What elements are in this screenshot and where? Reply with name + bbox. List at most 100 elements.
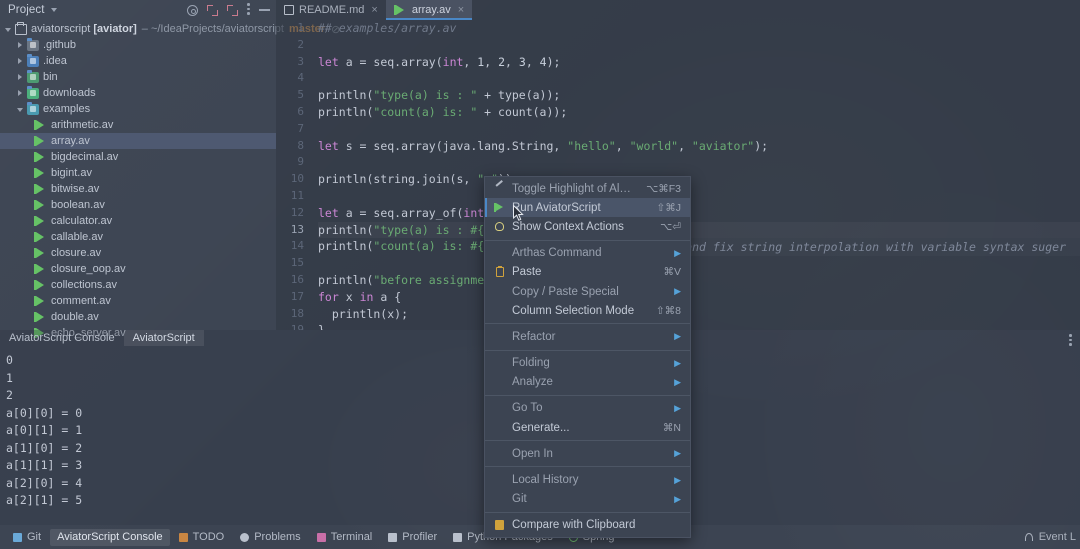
tree-file-label: closure.av <box>51 247 102 259</box>
chevron-down-icon[interactable] <box>50 8 57 12</box>
collapse-icon[interactable] <box>227 4 238 16</box>
menu-item-open-in[interactable]: Open In ▶ <box>485 444 690 463</box>
menu-item-generate[interactable]: Generate... ⌘N <box>485 418 690 437</box>
tree-row-file-callable-av[interactable]: callable.av <box>0 229 276 245</box>
code-line[interactable]: println("before assignment:"); <box>318 272 1080 289</box>
status-bar-item-git[interactable]: Git <box>6 529 48 546</box>
chevron-right-icon[interactable]: ▶ <box>674 494 681 505</box>
close-icon[interactable]: × <box>371 4 377 16</box>
menu-item-go-to[interactable]: Go To ▶ <box>485 399 690 418</box>
line-number: 5 <box>297 88 304 102</box>
menu-item-folding[interactable]: Folding ▶ <box>485 354 690 373</box>
event-log-button[interactable]: Event L <box>1024 531 1080 543</box>
code-line[interactable]: let a = seq.array_of(int, 3); <box>318 205 1080 222</box>
code-line[interactable]: println(string.join(s, ",")); <box>318 171 1080 188</box>
chevron-right-icon[interactable]: ▶ <box>674 475 681 486</box>
code-line[interactable]: let a = seq.array(int, 1, 2, 3, 4); <box>318 54 1080 71</box>
menu-item-analyze[interactable]: Analyze ▶ <box>485 373 690 392</box>
chevron-right-icon[interactable] <box>16 73 25 82</box>
tree-folder-label: .idea <box>43 55 67 67</box>
code-token: , <box>615 138 630 153</box>
code-line[interactable]: println("type(a) is : #{type(a)}"); <box>318 222 1080 239</box>
status-bar-item-todo[interactable]: TODO <box>172 529 232 546</box>
menu-item-copy-paste-special[interactable]: Copy / Paste Special ▶ <box>485 282 690 301</box>
chevron-down-icon[interactable] <box>16 105 25 114</box>
menu-item-column-selection-mode[interactable]: Column Selection Mode ⇧⌘8 <box>485 301 690 320</box>
code-line[interactable] <box>318 188 1080 205</box>
tree-row-folder-github[interactable]: .github <box>0 37 276 53</box>
tree-row-file-bigdecimal-av[interactable]: bigdecimal.av <box>0 149 276 165</box>
chevron-right-icon[interactable] <box>16 41 25 50</box>
code-line[interactable]: println("type(a) is : " + type(a)); <box>318 87 1080 104</box>
menu-item-refactor[interactable]: Refactor ▶ <box>485 327 690 346</box>
code-line[interactable] <box>318 255 1080 272</box>
tree-row-file-bigint-av[interactable]: bigint.av <box>0 165 276 181</box>
code-line[interactable] <box>318 121 1080 138</box>
chevron-right-icon[interactable]: ▶ <box>674 377 681 388</box>
project-panel-title[interactable]: Project <box>8 4 45 16</box>
line-number: 12 <box>290 205 304 219</box>
code-line[interactable] <box>318 70 1080 87</box>
code-line[interactable]: println(x); <box>318 306 1080 323</box>
chevron-right-icon[interactable] <box>16 89 25 98</box>
code-line[interactable]: println("count(a) is: " + count(a)); <box>318 104 1080 121</box>
tree-folder-label: .github <box>43 39 77 51</box>
chevron-right-icon[interactable]: ▶ <box>674 448 681 459</box>
console-more-options-icon[interactable] <box>1069 334 1072 348</box>
tree-row-folder-idea[interactable]: .idea <box>0 53 276 69</box>
menu-item-git[interactable]: Git ▶ <box>485 490 690 509</box>
status-bar-item-problems[interactable]: Problems <box>233 529 307 546</box>
tree-row-file-calculator-av[interactable]: calculator.av <box>0 213 276 229</box>
console-tab-aviatorscript-console[interactable]: AviatorScript Console <box>0 330 124 346</box>
chevron-right-icon[interactable]: ▶ <box>674 403 681 414</box>
tree-row-file-closure_oop-av[interactable]: closure_oop.av <box>0 261 276 277</box>
status-bar-item-profiler[interactable]: Profiler <box>381 529 444 546</box>
tree-row-file-collections-av[interactable]: collections.av <box>0 277 276 293</box>
status-bar-item-label: Problems <box>254 531 301 543</box>
chevron-down-icon[interactable] <box>4 25 13 34</box>
tree-row-folder-downloads[interactable]: downloads <box>0 85 276 101</box>
menu-item-arthas-command[interactable]: Arthas Command ▶ <box>485 244 690 263</box>
code-content[interactable]: ## examples/array.av let a = seq.array(i… <box>318 20 1080 330</box>
menu-item-paste[interactable]: Paste ⌘V <box>485 263 690 282</box>
menu-item-compare-with-clipboard[interactable]: Compare with Clipboard <box>485 516 690 535</box>
status-bar-item-terminal[interactable]: Terminal <box>310 529 380 546</box>
code-line[interactable] <box>318 154 1080 171</box>
code-token: ); <box>546 54 561 69</box>
tree-row-folder-examples[interactable]: examples <box>0 101 276 117</box>
chevron-right-icon[interactable]: ▶ <box>674 248 681 259</box>
code-line[interactable]: let s = seq.array(java.lang.String, "hel… <box>318 138 1080 155</box>
editor-context-menu[interactable]: Toggle Highlight of All Occurrences ⌥⌘F3 R… <box>484 176 691 538</box>
editor-tab-README-md[interactable]: README.md × <box>276 0 386 20</box>
tree-row-file-arithmetic-av[interactable]: arithmetic.av <box>0 117 276 133</box>
chevron-right-icon[interactable]: ▶ <box>674 331 681 342</box>
code-line[interactable]: } <box>318 322 1080 330</box>
tree-row-file-bitwise-av[interactable]: bitwise.av <box>0 181 276 197</box>
code-line[interactable] <box>318 37 1080 54</box>
tree-row-folder-bin[interactable]: bin <box>0 69 276 85</box>
chevron-right-icon[interactable] <box>16 57 25 66</box>
expand-icon[interactable] <box>207 4 218 16</box>
tree-row-root[interactable]: aviatorscript [aviator] – ~/IdeaProjects… <box>0 21 340 37</box>
editor-tab-array-av[interactable]: array.av × <box>385 0 473 20</box>
console-tab-aviatorscript[interactable]: AviatorScript <box>123 330 204 346</box>
chevron-right-icon[interactable]: ▶ <box>674 286 681 297</box>
minimize-icon[interactable] <box>259 9 270 11</box>
tree-row-file-comment-av[interactable]: comment.av <box>0 293 276 309</box>
aviatorscript-file-icon <box>34 295 47 307</box>
tree-row-file-closure-av[interactable]: closure.av <box>0 245 276 261</box>
menu-item-toggle-highlight-of-all-occurrences[interactable]: Toggle Highlight of All Occurrences ⌥⌘F3 <box>485 179 690 198</box>
status-bar-item-aviatorscript-console[interactable]: AviatorScript Console <box>50 528 170 546</box>
code-line[interactable]: ## examples/array.av <box>318 20 1080 37</box>
code-line[interactable]: for x in a { <box>318 289 1080 306</box>
close-icon[interactable]: × <box>458 4 464 16</box>
tree-row-file-boolean-av[interactable]: boolean.av <box>0 197 276 213</box>
aviatorscript-file-icon <box>34 119 47 131</box>
gear-icon[interactable] <box>187 4 198 16</box>
menu-item-local-history[interactable]: Local History ▶ <box>485 470 690 489</box>
more-options-icon[interactable] <box>247 3 250 17</box>
chevron-right-icon[interactable]: ▶ <box>674 358 681 369</box>
tree-row-file-double-av[interactable]: double.av <box>0 309 276 325</box>
tree-row-file-array-av[interactable]: array.av <box>0 133 276 149</box>
code-token: println( <box>318 239 374 254</box>
